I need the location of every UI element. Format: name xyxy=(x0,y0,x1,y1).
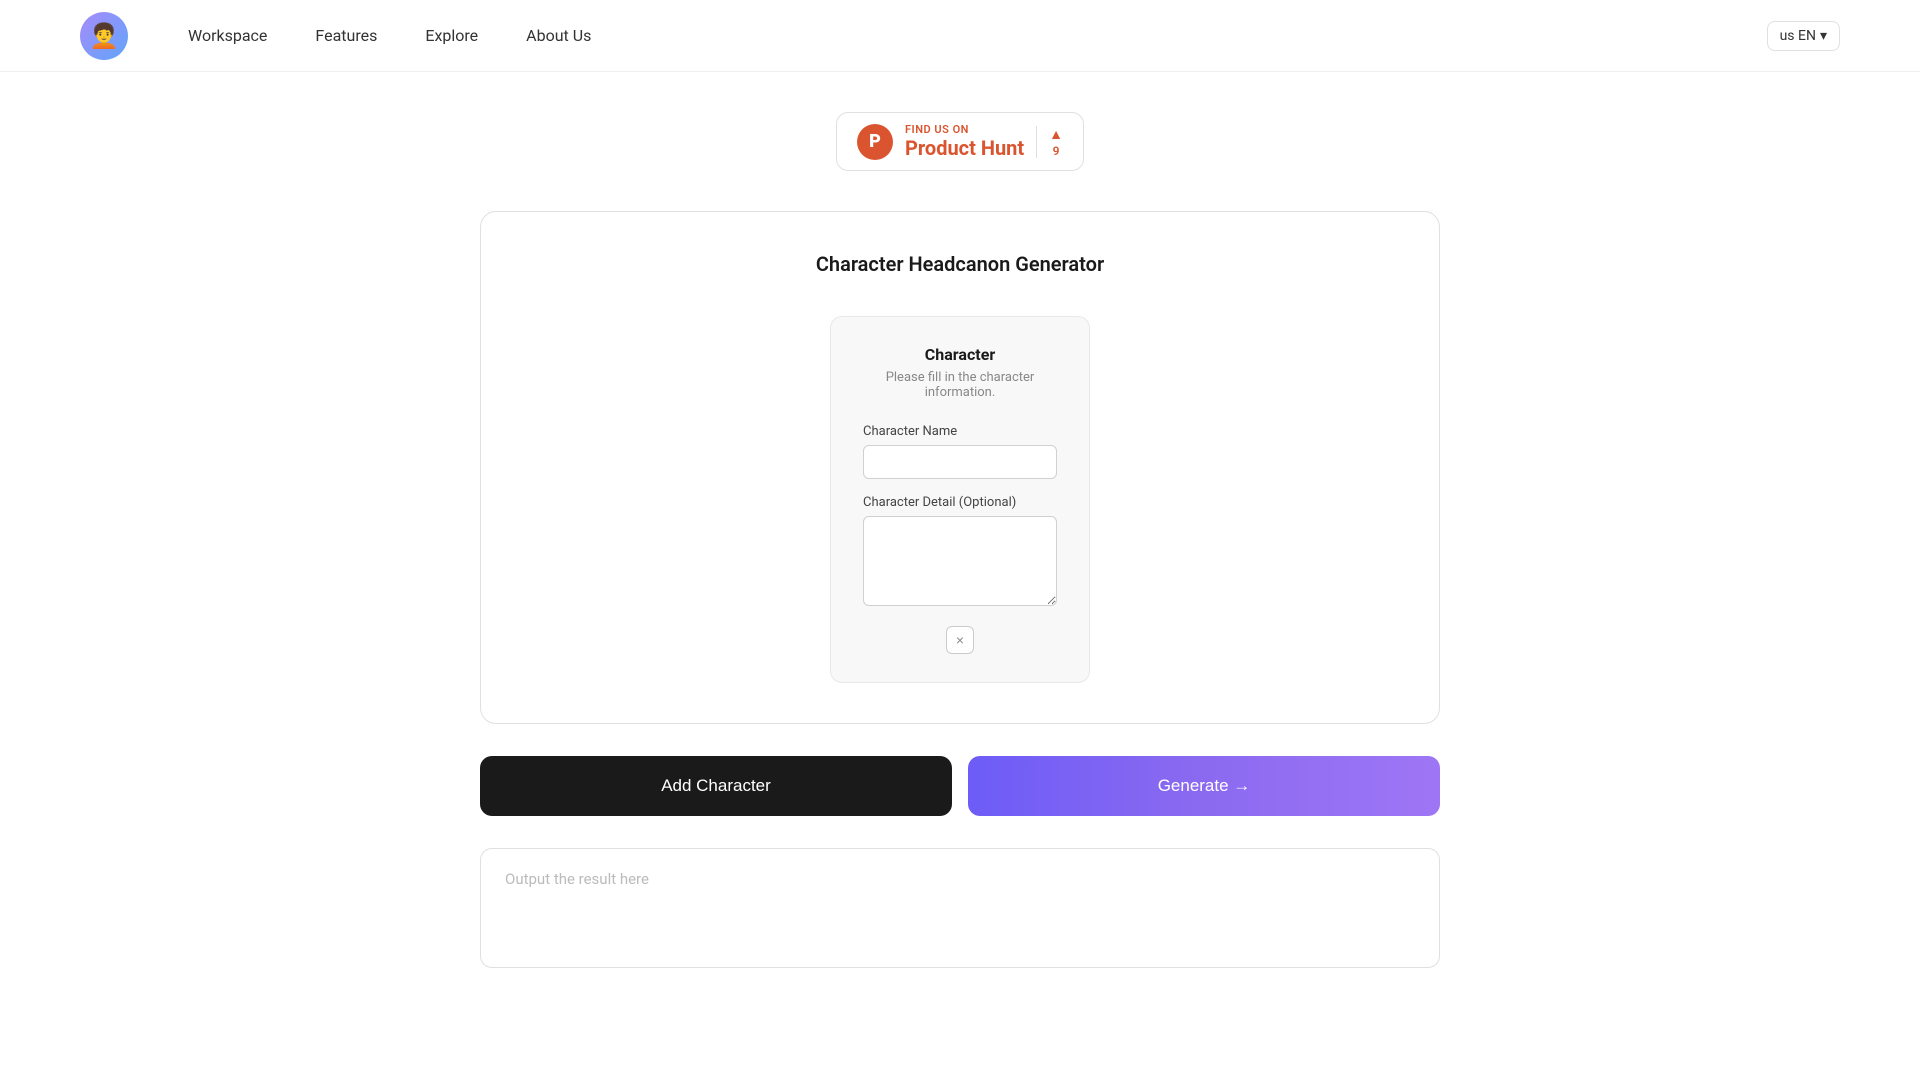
close-icon: × xyxy=(956,632,964,648)
output-placeholder: Output the result here xyxy=(505,870,649,888)
output-area: Output the result here xyxy=(480,848,1440,968)
product-hunt-find-label: FIND US ON xyxy=(905,123,1024,136)
logo-icon: 🧑‍🦱 xyxy=(80,12,128,60)
product-hunt-name: Product Hunt xyxy=(905,136,1024,160)
language-selector[interactable]: us EN ▾ xyxy=(1767,21,1840,51)
page-title: Character Headcanon Generator xyxy=(541,252,1379,276)
nav-workspace[interactable]: Workspace xyxy=(188,26,267,45)
character-card-subtitle: Please fill in the character information… xyxy=(863,370,1057,400)
main-nav: Workspace Features Explore About Us xyxy=(188,26,1767,45)
product-hunt-logo: P xyxy=(857,124,893,160)
header: 🧑‍🦱 Workspace Features Explore About Us … xyxy=(0,0,1920,72)
upvote-arrow-icon: ▲ xyxy=(1049,126,1063,143)
generate-button[interactable]: Generate → xyxy=(968,756,1440,816)
lang-label: us EN xyxy=(1780,28,1816,44)
character-detail-group: Character Detail (Optional) xyxy=(863,495,1057,610)
add-character-button[interactable]: Add Character xyxy=(480,756,952,816)
nav-about-us[interactable]: About Us xyxy=(526,26,591,45)
character-name-input[interactable] xyxy=(863,445,1057,479)
nav-explore[interactable]: Explore xyxy=(425,26,478,45)
logo-area[interactable]: 🧑‍🦱 xyxy=(80,12,128,60)
character-name-label: Character Name xyxy=(863,424,1057,439)
product-hunt-banner[interactable]: P FIND US ON Product Hunt ▲ 9 xyxy=(836,112,1084,171)
main-content: P FIND US ON Product Hunt ▲ 9 Character … xyxy=(0,72,1920,1028)
action-buttons: Add Character Generate → xyxy=(480,756,1440,816)
nav-features[interactable]: Features xyxy=(315,26,377,45)
character-detail-textarea[interactable] xyxy=(863,516,1057,606)
character-card: Character Please fill in the character i… xyxy=(830,316,1090,683)
content-card: Character Headcanon Generator Character … xyxy=(480,211,1440,724)
chevron-down-icon: ▾ xyxy=(1820,28,1827,44)
remove-character-button[interactable]: × xyxy=(946,626,974,654)
product-hunt-upvote[interactable]: ▲ 9 xyxy=(1036,126,1063,158)
upvote-count: 9 xyxy=(1053,144,1060,158)
product-hunt-text: FIND US ON Product Hunt xyxy=(905,123,1024,160)
character-detail-label: Character Detail (Optional) xyxy=(863,495,1057,510)
character-name-group: Character Name xyxy=(863,424,1057,479)
character-card-title: Character xyxy=(863,345,1057,364)
